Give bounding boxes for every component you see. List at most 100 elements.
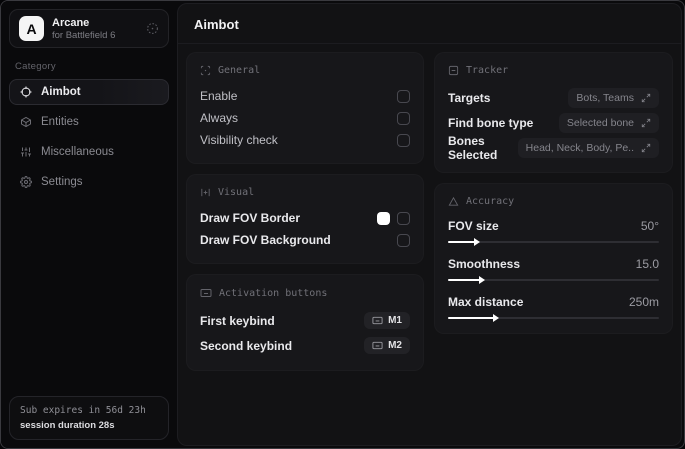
sidebar-item-miscellaneous[interactable]: Miscellaneous bbox=[9, 139, 169, 165]
main-panel: Aimbot General Enable Always Visibility … bbox=[177, 3, 682, 446]
slider-value: 250m bbox=[628, 295, 659, 309]
setting-label: FOV size bbox=[448, 219, 499, 233]
accuracy-card-header: Accuracy bbox=[448, 196, 659, 207]
expand-icon bbox=[641, 93, 651, 103]
sidebar-nav: Aimbot Entities Miscellaneous Settings bbox=[9, 79, 169, 195]
targets-dropdown[interactable]: Bots, Teams bbox=[568, 87, 659, 108]
accuracy-card-title: Accuracy bbox=[466, 196, 515, 207]
keyboard-icon bbox=[372, 340, 383, 351]
sidebar-item-settings[interactable]: Settings bbox=[9, 169, 169, 195]
sidebar-item-label: Entities bbox=[41, 116, 79, 128]
sidebar-item-label: Miscellaneous bbox=[41, 146, 114, 158]
visual-card: Visual Draw FOV Border Draw FOV Backgrou… bbox=[186, 174, 424, 264]
keyboard-icon bbox=[372, 315, 383, 326]
general-card-title: General bbox=[218, 65, 261, 76]
tracker-card: Tracker Targets Bots, Teams Find bone ty… bbox=[434, 52, 673, 173]
always-checkbox[interactable] bbox=[397, 111, 410, 125]
slider-group-fov-size: FOV size 50° bbox=[448, 216, 659, 246]
activation-card-title: Activation buttons bbox=[219, 287, 328, 299]
dropdown-value: Selected bone bbox=[566, 116, 634, 129]
setting-label: Visibility check bbox=[200, 133, 278, 147]
content-area: General Enable Always Visibility check V… bbox=[178, 44, 681, 379]
draw-fov-background-checkbox[interactable] bbox=[397, 233, 410, 247]
gear-icon bbox=[20, 176, 32, 188]
setting-label: Always bbox=[200, 111, 239, 125]
slider-thumb[interactable] bbox=[474, 238, 481, 246]
setting-row-find-bone-type: Find bone type Selected bone bbox=[448, 110, 659, 135]
slider-group-max-distance: Max distance 250m bbox=[448, 292, 659, 322]
fov-size-slider[interactable] bbox=[448, 238, 659, 246]
scan-icon bbox=[200, 65, 211, 76]
settings-sliders-icon bbox=[200, 187, 211, 198]
setting-label: Enable bbox=[200, 89, 238, 103]
fov-border-color-swatch[interactable] bbox=[377, 211, 390, 225]
keybind-value: M1 bbox=[388, 315, 402, 326]
dropdown-value: Head, Neck, Body, Pe.. bbox=[525, 141, 634, 154]
activation-buttons-card: Activation buttons First keybind M1 Seco… bbox=[186, 274, 424, 371]
setting-label: Max distance bbox=[448, 295, 524, 309]
setting-label: Draw FOV Border bbox=[200, 211, 301, 225]
bones-selected-dropdown[interactable]: Head, Neck, Body, Pe.. bbox=[517, 137, 659, 158]
session-duration-text: session duration 28s bbox=[20, 420, 115, 431]
dropdown-value: Bots, Teams bbox=[576, 91, 634, 104]
second-keybind-button[interactable]: M2 bbox=[364, 337, 410, 354]
sidebar-item-label: Aimbot bbox=[41, 86, 81, 98]
slider-thumb[interactable] bbox=[478, 276, 485, 284]
activation-card-header: Activation buttons bbox=[200, 287, 410, 299]
slider-group-smoothness: Smoothness 15.0 bbox=[448, 254, 659, 284]
keyboard-icon bbox=[200, 287, 212, 299]
crosshair-icon bbox=[20, 86, 32, 98]
tracker-card-header: Tracker bbox=[448, 65, 659, 76]
slider-fill bbox=[448, 279, 480, 281]
sidebar: A Arcane for Battlefield 6 Category Aimb… bbox=[1, 1, 177, 448]
general-card-header: General bbox=[200, 65, 410, 76]
target-icon[interactable] bbox=[146, 22, 159, 35]
setting-label: Smoothness bbox=[448, 257, 521, 271]
sub-expiry-text: Sub expires in 56d 23h bbox=[20, 405, 146, 416]
visual-card-title: Visual bbox=[218, 187, 255, 198]
setting-row-targets: Targets Bots, Teams bbox=[448, 85, 659, 110]
setting-label: Draw FOV Background bbox=[200, 233, 331, 247]
draw-fov-border-checkbox[interactable] bbox=[397, 211, 410, 225]
main-header: Aimbot bbox=[178, 4, 681, 44]
find-bone-type-dropdown[interactable]: Selected bone bbox=[558, 112, 659, 133]
setting-row-second-keybind: Second keybind M2 bbox=[200, 333, 410, 358]
slider-fill bbox=[448, 241, 476, 243]
app-window: A Arcane for Battlefield 6 Category Aimb… bbox=[0, 0, 685, 449]
enable-checkbox[interactable] bbox=[397, 89, 410, 103]
visual-card-header: Visual bbox=[200, 187, 410, 198]
setting-row-draw-fov-border: Draw FOV Border bbox=[200, 207, 410, 229]
visibility-check-checkbox[interactable] bbox=[397, 133, 410, 147]
tracker-card-title: Tracker bbox=[466, 65, 509, 76]
expand-icon bbox=[641, 118, 651, 128]
setting-row-always: Always bbox=[200, 107, 410, 129]
smoothness-slider[interactable] bbox=[448, 276, 659, 284]
right-column: Tracker Targets Bots, Teams Find bone ty… bbox=[434, 52, 673, 334]
setting-row-draw-fov-background: Draw FOV Background bbox=[200, 229, 410, 251]
sidebar-item-aimbot[interactable]: Aimbot bbox=[9, 79, 169, 105]
setting-label: Bones Selected bbox=[448, 133, 498, 162]
accuracy-card: Accuracy FOV size 50° Smoothness 15.0 Ma… bbox=[434, 183, 673, 334]
keybind-value: M2 bbox=[388, 340, 402, 351]
max-distance-slider[interactable] bbox=[448, 314, 659, 322]
sidebar-item-entities[interactable]: Entities bbox=[9, 109, 169, 135]
minus-square-icon bbox=[448, 65, 459, 76]
app-header-card: A Arcane for Battlefield 6 bbox=[9, 9, 169, 48]
sidebar-item-label: Settings bbox=[41, 176, 83, 188]
setting-label: First keybind bbox=[200, 313, 275, 328]
setting-label: Second keybind bbox=[200, 338, 293, 353]
app-title-block: Arcane for Battlefield 6 bbox=[52, 17, 115, 41]
app-name: Arcane bbox=[52, 16, 90, 29]
left-column: General Enable Always Visibility check V… bbox=[186, 52, 424, 371]
slider-value: 15.0 bbox=[635, 257, 659, 271]
setting-label: Find bone type bbox=[448, 115, 534, 130]
setting-row-visibility-check: Visibility check bbox=[200, 129, 410, 151]
slider-thumb[interactable] bbox=[493, 314, 500, 322]
first-keybind-button[interactable]: M1 bbox=[364, 312, 410, 329]
slider-fill bbox=[448, 317, 495, 319]
setting-row-first-keybind: First keybind M1 bbox=[200, 308, 410, 333]
category-label: Category bbox=[15, 61, 56, 72]
general-card: General Enable Always Visibility check bbox=[186, 52, 424, 164]
triangle-icon bbox=[448, 196, 459, 207]
sliders-icon bbox=[20, 146, 32, 158]
